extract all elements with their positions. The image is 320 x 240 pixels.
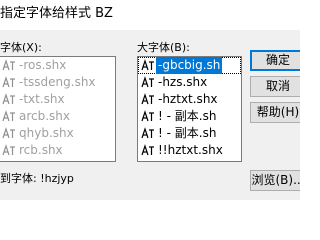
list-item[interactable]: arcb.shx (0, 108, 115, 125)
list-item[interactable]: !!hztxt.shx (138, 142, 241, 159)
font-name: !!hztxt.shx (158, 143, 223, 157)
list-item[interactable]: -hztxt.shx (138, 91, 241, 108)
shx-font-icon (141, 127, 155, 139)
font-name: rcb.shx (19, 143, 63, 157)
shx-font-icon (141, 76, 155, 88)
list-item[interactable]: -ros.shx (0, 57, 115, 74)
small-font-list[interactable]: -ros.shx -tssdeng.shx -txt.shx arcb.shx qhyb… (0, 56, 116, 162)
shx-font-icon (2, 110, 16, 122)
list-item[interactable]: rcb.shx (0, 142, 115, 159)
font-name: ! - 副本.sh (158, 109, 217, 123)
mapped-font-label: 到字体: !hzjyp (0, 172, 74, 185)
help-button[interactable]: 帮助(H) (250, 102, 300, 123)
shx-font-icon (2, 93, 16, 105)
font-name: -tssdeng.shx (19, 75, 96, 89)
font-name: arcb.shx (19, 109, 71, 123)
title-bar[interactable]: 指定字体给样式 BZ (0, 0, 300, 30)
list-item[interactable]: -hzs.shx (138, 74, 241, 91)
list-item[interactable]: qhyb.shx (0, 125, 115, 142)
list-item[interactable]: -gbcbig.sh (138, 57, 241, 74)
list-item[interactable]: -txt.shx (0, 91, 115, 108)
big-font-label: 大字体(B): (137, 41, 190, 54)
small-font-label: 字体(X): (0, 41, 42, 54)
cancel-button[interactable]: 取消 (250, 76, 300, 97)
ok-button[interactable]: 确定 (250, 50, 300, 71)
font-name: -hztxt.shx (158, 92, 218, 106)
list-item[interactable]: -tssdeng.shx (0, 74, 115, 91)
font-name: -ros.shx (19, 58, 67, 72)
shx-font-icon (2, 59, 16, 71)
font-name: -hzs.shx (158, 75, 208, 89)
big-font-list[interactable]: -gbcbig.sh -hzs.shx -hztxt.shx ! - 副本.sh ! -… (137, 56, 242, 162)
font-name: -gbcbig.sh (156, 57, 223, 74)
browse-button[interactable]: 浏览(B)... (250, 170, 300, 191)
font-name: ! - 副本.sh (158, 126, 217, 140)
shx-font-icon (141, 110, 155, 122)
font-name: qhyb.shx (19, 126, 74, 140)
shx-font-icon (2, 127, 16, 139)
shx-font-icon (2, 144, 16, 156)
font-mapping-dialog: 指定字体给样式 BZ 字体(X): -ros.shx -tssdeng.shx -t… (0, 0, 300, 200)
shx-font-icon (141, 93, 155, 105)
list-item[interactable]: ! - 副本.sh (138, 125, 241, 142)
window-title: 指定字体给样式 BZ (0, 6, 113, 21)
shx-font-icon (141, 144, 155, 156)
font-name: -txt.shx (19, 92, 65, 106)
shx-font-icon (141, 59, 155, 71)
shx-font-icon (2, 76, 16, 88)
list-item[interactable]: ! - 副本.sh (138, 108, 241, 125)
